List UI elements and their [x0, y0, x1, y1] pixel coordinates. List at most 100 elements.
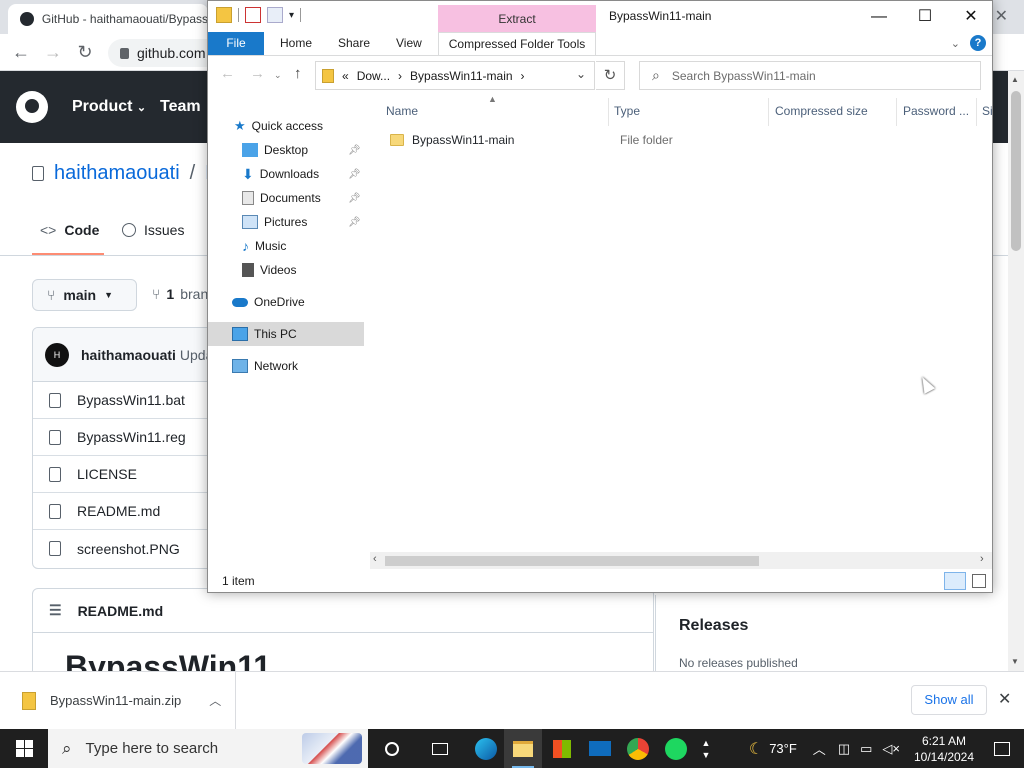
- scroll-right-icon[interactable]: ›: [980, 553, 984, 565]
- start-button[interactable]: [0, 729, 48, 768]
- chevron-up-icon[interactable]: ︿: [209, 692, 221, 709]
- column-divider[interactable]: [976, 98, 977, 126]
- network-icon[interactable]: ▭: [860, 741, 872, 757]
- nav-desktop[interactable]: Desktop 📌︎: [242, 138, 372, 162]
- explorer-address-bar[interactable]: « Dow... › BypassWin11-main › ⌄: [315, 61, 595, 90]
- download-bar-close-icon[interactable]: ✕: [998, 689, 1011, 709]
- tab-home[interactable]: Home: [268, 32, 324, 55]
- expand-ribbon-icon[interactable]: ⌄: [951, 37, 960, 50]
- explorer-title-bar[interactable]: ▾ Extract BypassWin11-main — ☐ ✕: [208, 1, 994, 33]
- list-icon[interactable]: ☰: [49, 602, 62, 619]
- download-item[interactable]: BypassWin11-main.zip ︿: [0, 672, 236, 729]
- file-explorer-icon[interactable]: [504, 729, 542, 768]
- pin-icon[interactable]: 📌︎: [348, 193, 361, 204]
- nav-this-pc[interactable]: This PC: [232, 322, 297, 346]
- nav-pictures[interactable]: Pictures 📌︎: [242, 210, 372, 234]
- column-divider[interactable]: [896, 98, 897, 126]
- up-arrow-icon[interactable]: ↑: [294, 65, 302, 82]
- nav-documents[interactable]: Documents 📌︎: [242, 186, 372, 210]
- scroll-up-icon[interactable]: ▲: [1011, 75, 1019, 84]
- page-scroll-thumb[interactable]: [1011, 91, 1021, 251]
- address-segment-parent[interactable]: Dow...: [357, 69, 390, 83]
- avatar[interactable]: H: [45, 342, 69, 367]
- spotify-icon[interactable]: [657, 729, 695, 768]
- branch-select-button[interactable]: ⑂ main ▼: [32, 279, 137, 311]
- weather-temp[interactable]: 73°F: [769, 741, 797, 756]
- taskbar-search-box[interactable]: ⌕ Type here to search: [48, 729, 368, 768]
- tab-compressed-folder-tools[interactable]: Compressed Folder Tools: [438, 32, 596, 55]
- details-view-icon[interactable]: [944, 572, 966, 590]
- page-scrollbar[interactable]: ▲ ▼: [1008, 71, 1024, 671]
- clock[interactable]: 6:21 AM 10/14/2024: [908, 733, 980, 765]
- pin-icon[interactable]: 📌︎: [348, 217, 361, 228]
- address-separator[interactable]: ›: [521, 69, 525, 83]
- address-separator[interactable]: ›: [398, 69, 402, 83]
- address-dropdown-icon[interactable]: ⌄: [576, 67, 586, 81]
- tab-file[interactable]: File: [208, 32, 264, 55]
- recent-locations-icon[interactable]: ⌄: [274, 70, 282, 81]
- address-segment-current[interactable]: BypassWin11-main: [410, 69, 512, 83]
- volume-muted-icon[interactable]: ◁×: [882, 741, 900, 757]
- help-icon[interactable]: ?: [970, 35, 986, 51]
- column-size[interactable]: Si: [982, 104, 993, 118]
- browser-back-button[interactable]: ←: [10, 41, 32, 63]
- large-icons-view-icon[interactable]: [972, 574, 986, 588]
- store-icon[interactable]: [543, 729, 581, 768]
- releases-title[interactable]: Releases: [679, 617, 748, 635]
- nav-music[interactable]: ♪ Music: [242, 234, 286, 258]
- column-divider[interactable]: [608, 98, 609, 126]
- address-overflow[interactable]: «: [342, 69, 349, 83]
- pin-icon[interactable]: 📌︎: [348, 145, 361, 156]
- nav-quick-access[interactable]: ★ Quick access: [234, 114, 323, 138]
- tab-share[interactable]: Share: [326, 32, 382, 55]
- browser-close-icon[interactable]: ✕: [995, 6, 1008, 26]
- show-all-button[interactable]: Show all: [911, 685, 987, 715]
- new-folder-icon[interactable]: [267, 7, 283, 23]
- meet-now-icon[interactable]: ◫: [838, 741, 850, 757]
- column-divider[interactable]: [768, 98, 769, 126]
- moon-weather-icon[interactable]: ☾: [749, 739, 763, 759]
- tray-chevron-up-icon[interactable]: ︿: [813, 739, 826, 758]
- pin-icon[interactable]: 📌︎: [348, 169, 361, 180]
- cortana-icon[interactable]: [373, 729, 411, 768]
- column-type[interactable]: Type: [614, 104, 640, 118]
- nav-onedrive[interactable]: OneDrive: [232, 290, 305, 314]
- qat-dropdown-icon[interactable]: ▾: [289, 10, 294, 21]
- back-arrow-icon[interactable]: ←: [220, 65, 235, 82]
- github-logo-icon[interactable]: [16, 91, 48, 123]
- refresh-icon[interactable]: ↻: [596, 61, 625, 90]
- column-compressed-size[interactable]: Compressed size: [775, 104, 868, 118]
- horizontal-scroll-thumb[interactable]: [385, 556, 759, 566]
- tab-view[interactable]: View: [384, 32, 434, 55]
- extract-context-tab[interactable]: Extract: [438, 5, 596, 33]
- browser-reload-button[interactable]: ↻: [74, 41, 96, 63]
- maximize-icon[interactable]: ☐: [902, 1, 948, 32]
- mail-icon[interactable]: [581, 729, 619, 768]
- horizontal-scrollbar[interactable]: ‹ ›: [370, 552, 992, 569]
- tab-code[interactable]: <> Code: [40, 222, 99, 238]
- forward-arrow-icon[interactable]: →: [250, 65, 265, 82]
- scroll-down-icon[interactable]: ▼: [1011, 657, 1019, 666]
- nav-network[interactable]: Network: [232, 354, 298, 378]
- taskbar-scroll-icon[interactable]: ▲ ▼: [695, 729, 717, 768]
- list-item[interactable]: BypassWin11-main File folder: [390, 130, 970, 150]
- notifications-icon[interactable]: [994, 741, 1010, 756]
- explorer-search-input[interactable]: ⌕ Search BypassWin11-main: [639, 61, 981, 90]
- repo-owner-link[interactable]: haithamaouati: [54, 162, 180, 185]
- commit-author[interactable]: haithamaouati: [81, 347, 176, 363]
- nav-product[interactable]: Product ⌄: [72, 98, 146, 116]
- branches-link[interactable]: ⑂ 1 bran: [152, 286, 208, 302]
- browser-tab[interactable]: GitHub - haithamaouati/Bypass: [8, 4, 208, 34]
- properties-icon[interactable]: [245, 7, 261, 23]
- task-view-icon[interactable]: [421, 729, 459, 768]
- scroll-left-icon[interactable]: ‹: [373, 553, 377, 565]
- tab-issues[interactable]: Issues: [122, 222, 184, 238]
- nav-team[interactable]: Team: [160, 98, 201, 116]
- edge-icon[interactable]: [467, 729, 505, 768]
- close-icon[interactable]: ✕: [948, 1, 994, 32]
- column-name[interactable]: Name: [386, 104, 418, 118]
- browser-forward-button[interactable]: →: [42, 41, 64, 63]
- nav-videos[interactable]: Videos: [242, 258, 296, 282]
- chrome-icon[interactable]: [619, 729, 657, 768]
- column-password[interactable]: Password ...: [903, 104, 969, 118]
